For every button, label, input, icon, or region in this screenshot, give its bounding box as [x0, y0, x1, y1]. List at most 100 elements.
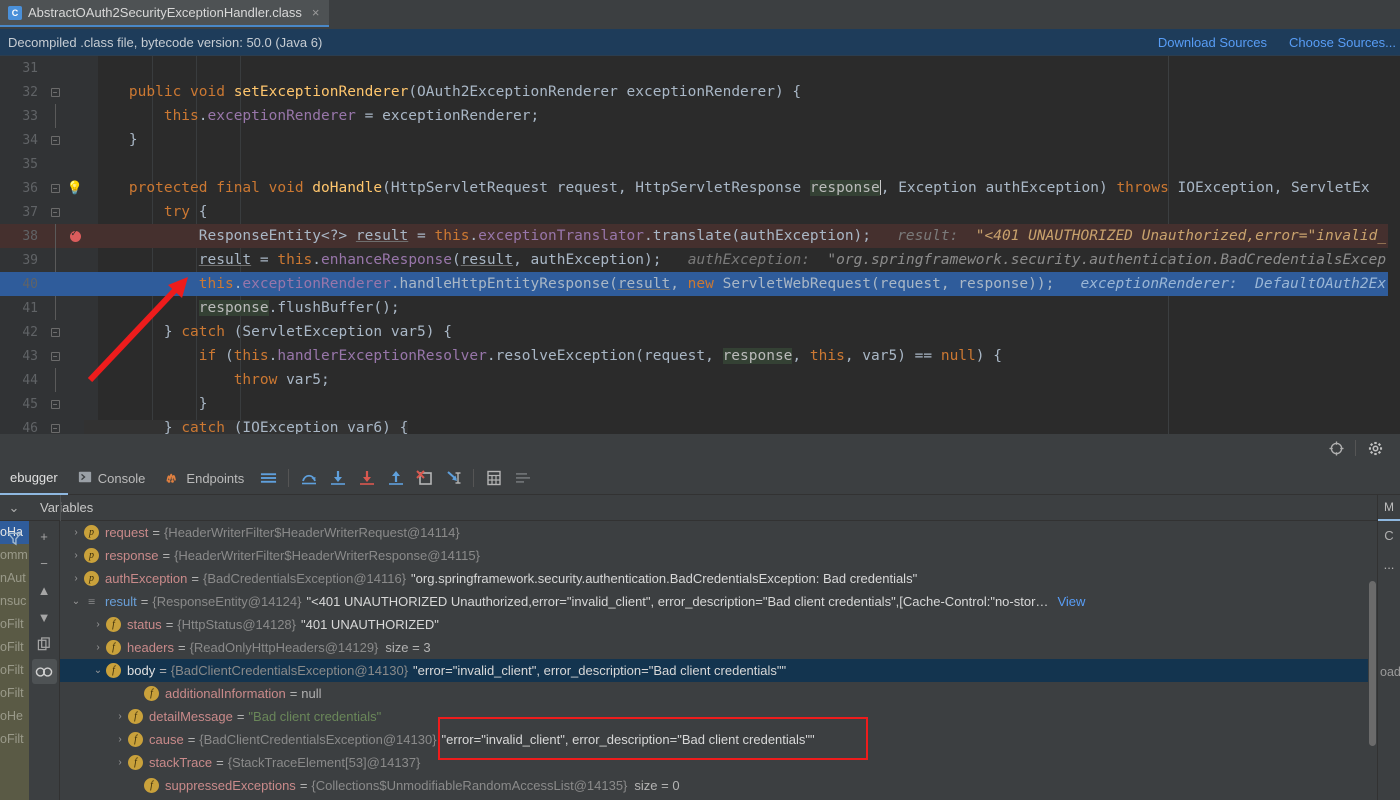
filter-icon[interactable] [3, 527, 25, 549]
right-tool-panel[interactable]: M C ... oade [1377, 495, 1400, 800]
code-line-execution-point[interactable]: 40 this.exceptionRenderer.handleHttpEnti… [0, 272, 1400, 296]
frame-item[interactable]: oFilt [0, 636, 29, 659]
variable-row[interactable]: › f stackTrace = {StackTraceElement[53]@… [60, 751, 1368, 774]
frame-item[interactable]: oHe [0, 705, 29, 728]
code-line[interactable]: 37 − try { [0, 200, 1400, 224]
code-line[interactable]: 45 − } [0, 392, 1400, 416]
collapse-arrow-icon[interactable]: ⌄ [68, 596, 84, 607]
code-editor[interactable]: 31 32 − public void setExceptionRenderer… [0, 56, 1400, 434]
fold-expand-icon[interactable]: − [50, 135, 60, 145]
fold-collapse-icon[interactable]: − [50, 423, 60, 433]
code-line[interactable]: 46 − } catch (IOException var6) { [0, 416, 1400, 434]
code-line[interactable]: 39 result = this.enhanceResponse(result,… [0, 248, 1400, 272]
fold-collapse-icon[interactable]: − [50, 183, 60, 193]
fold-column[interactable]: − [44, 327, 66, 337]
minus-icon[interactable]: − [32, 551, 57, 576]
collapse-arrow-icon[interactable]: ⌄ [90, 665, 106, 676]
code-line[interactable]: 31 [0, 56, 1400, 80]
editor-scrollbar[interactable] [1388, 56, 1400, 434]
sort-icon[interactable] [508, 464, 537, 493]
fold-collapse-icon[interactable]: − [50, 327, 60, 337]
expand-arrow-icon[interactable]: › [112, 734, 128, 745]
fold-column[interactable] [44, 224, 66, 248]
watches-icon[interactable] [31, 659, 57, 684]
variable-row[interactable]: › f headers = {ReadOnlyHttpHeaders@14129… [60, 636, 1368, 659]
variable-row[interactable]: f suppressedExceptions = {Collections$Un… [60, 774, 1368, 797]
variable-row[interactable]: › f cause = {BadClientCredentialsExcepti… [60, 728, 1368, 751]
expand-arrow-icon[interactable]: › [112, 711, 128, 722]
expand-arrow-icon[interactable]: › [68, 527, 84, 538]
variable-row[interactable]: › p authException = {BadCredentialsExcep… [60, 567, 1368, 590]
copy-icon[interactable] [32, 632, 57, 657]
variable-row[interactable]: ⌄ ≡ result = {ResponseEntity@14124} "<40… [60, 590, 1368, 613]
right-panel-item-c[interactable]: C [1378, 521, 1400, 550]
right-panel-tab[interactable]: M [1378, 495, 1400, 521]
fold-column[interactable] [44, 296, 66, 320]
step-into-icon[interactable] [323, 464, 352, 493]
download-sources-link[interactable]: Download Sources [1158, 35, 1267, 50]
breakpoint-verified-icon[interactable] [69, 228, 81, 242]
run-to-cursor-icon[interactable] [439, 464, 468, 493]
gear-icon[interactable] [1360, 436, 1390, 460]
frame-item[interactable]: oFilt [0, 682, 29, 705]
frame-item[interactable]: nAut [0, 567, 29, 590]
drop-frame-icon[interactable] [410, 464, 439, 493]
plus-icon[interactable]: + [32, 524, 57, 549]
tab-endpoints[interactable]: Endpoints [155, 462, 254, 495]
arrow-up-icon[interactable]: ▲ [32, 578, 57, 603]
force-step-into-icon[interactable] [352, 464, 381, 493]
frame-item[interactable]: nsuc [0, 590, 29, 613]
expand-arrow-icon[interactable]: › [68, 573, 84, 584]
fold-column[interactable]: − [44, 423, 66, 433]
code-line[interactable]: 42 − } catch (ServletException var5) { [0, 320, 1400, 344]
step-over-icon[interactable] [294, 464, 323, 493]
code-line[interactable]: 36 − 💡 protected final void doHandle(Htt… [0, 176, 1400, 200]
right-panel-item-more[interactable]: ... [1378, 550, 1400, 579]
fold-expand-icon[interactable]: − [50, 399, 60, 409]
calculator-icon[interactable] [479, 464, 508, 493]
frame-item[interactable]: oFilt [0, 613, 29, 636]
fold-collapse-icon[interactable]: − [50, 207, 60, 217]
variables-scrollbar[interactable] [1368, 521, 1377, 800]
variable-row[interactable]: › f detailMessage = "Bad client credenti… [60, 705, 1368, 728]
code-line[interactable]: 33 this.exceptionRenderer = exceptionRen… [0, 104, 1400, 128]
lines-icon[interactable] [254, 464, 283, 493]
fold-column[interactable]: − [44, 351, 66, 361]
expand-arrow-icon[interactable]: › [112, 757, 128, 768]
step-out-icon[interactable] [381, 464, 410, 493]
variable-row[interactable]: › f status = {HttpStatus@14128} "401 UNA… [60, 613, 1368, 636]
expand-arrow-icon[interactable]: › [90, 642, 106, 653]
frames-list[interactable]: oHa omm nAut nsuc oFilt oFilt oFilt oFil… [0, 521, 29, 800]
frame-item[interactable]: oFilt [0, 659, 29, 682]
breakpoint-column[interactable]: 💡 [66, 180, 84, 196]
tab-debugger[interactable]: ebugger [0, 462, 68, 495]
variable-row[interactable]: › p response = {HeaderWriterFilter$Heade… [60, 544, 1368, 567]
tab-console[interactable]: Console [68, 462, 156, 495]
variable-row-selected[interactable]: ⌄ f body = {BadClientCredentialsExceptio… [60, 659, 1368, 682]
fold-collapse-icon[interactable]: − [50, 87, 60, 97]
expand-arrow-icon[interactable]: › [90, 619, 106, 630]
fold-column[interactable] [44, 368, 66, 392]
code-line[interactable]: 34 − } [0, 128, 1400, 152]
choose-sources-link[interactable]: Choose Sources... [1289, 35, 1396, 50]
variable-row[interactable]: › p request = {HeaderWriterFilter$Header… [60, 521, 1368, 544]
expand-arrow-icon[interactable]: › [68, 550, 84, 561]
editor-tab[interactable]: C AbstractOAuth2SecurityExceptionHandler… [0, 0, 330, 27]
code-line[interactable]: 44 throw var5; [0, 368, 1400, 392]
breakpoint-column[interactable] [66, 228, 84, 242]
code-line[interactable]: 41 response.flushBuffer(); [0, 296, 1400, 320]
view-value-link[interactable]: View [1057, 594, 1085, 609]
arrow-down-icon[interactable]: ▼ [32, 605, 57, 630]
fold-column[interactable]: − [44, 135, 66, 145]
close-icon[interactable]: × [312, 5, 320, 20]
crosshair-icon[interactable] [1321, 436, 1351, 460]
fold-column[interactable] [44, 104, 66, 128]
variables-tree[interactable]: › p request = {HeaderWriterFilter$Header… [60, 521, 1368, 800]
code-line[interactable]: 43 − if (this.handlerExceptionResolver.r… [0, 344, 1400, 368]
frame-item[interactable]: oFilt [0, 728, 29, 751]
fold-column[interactable]: − [44, 207, 66, 217]
code-line[interactable]: 32 − public void setExceptionRenderer(OA… [0, 80, 1400, 104]
fold-column[interactable]: − [44, 87, 66, 97]
intention-bulb-icon[interactable]: 💡 [67, 180, 83, 196]
code-line[interactable]: 35 [0, 152, 1400, 176]
